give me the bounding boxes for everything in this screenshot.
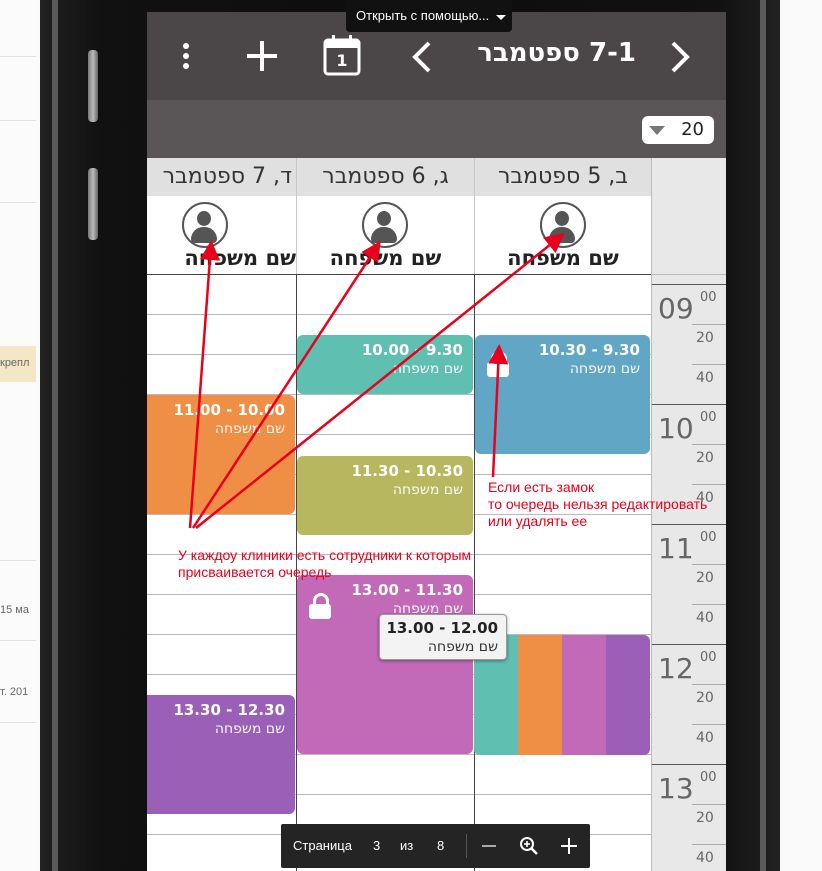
calendar-day-number: 1 (336, 51, 348, 70)
caret-down-icon (649, 126, 665, 135)
annotation-line: присваивается очередь (178, 564, 332, 580)
appointment-time: 11.30 - 10.30 (351, 462, 463, 480)
hour-label: 11 (658, 532, 694, 565)
chevron-left-icon[interactable] (409, 40, 433, 74)
lock-icon (309, 593, 331, 619)
day-header-2[interactable]: ד, 7 ספטמבר (147, 158, 297, 196)
zoom-select[interactable]: 20 (642, 116, 714, 144)
background-text: 15 ма (0, 604, 29, 616)
annotation-staff-note: У каждоу клиники есть сотрудники к котор… (178, 547, 471, 581)
phone-screen: 1 7-1 ספטמבר 20 ב, 5 ספטמבר ג, 6 ספטמבר … (147, 12, 726, 871)
appointment-time: 11.00 - 10.00 (173, 401, 285, 419)
tooltip-name: שם משפחה (427, 639, 498, 655)
minute-label: 40 (696, 610, 714, 626)
appointment-time: 13.00 - 11.30 (351, 581, 463, 599)
phone-side-button (88, 50, 98, 122)
tooltip-time: 13.00 - 12.00 (386, 619, 498, 637)
page-label: Страница (293, 838, 352, 853)
annotation-line: Если есть замок (488, 479, 595, 495)
hour-label: 13 (658, 772, 694, 805)
appointment-card[interactable]: 10.00 - 9.30 שם משפחה (297, 335, 473, 394)
page-number-input[interactable]: 3 (373, 838, 380, 853)
appointment-name: שם משפחה (214, 721, 285, 737)
background-text: т. 201 (0, 686, 29, 698)
caret-down-icon (496, 15, 506, 20)
appointment-name: שם משפחה (214, 421, 285, 437)
phone-rim (52, 0, 58, 871)
staff-name: שם משפחה (507, 246, 619, 270)
minute-label: 20 (696, 330, 714, 346)
hour-label: 09 (658, 292, 694, 325)
hour-label: 12 (658, 652, 694, 685)
avatar-icon (540, 202, 586, 248)
appointment-tooltip: 13.00 - 12.00 שם משפחה (379, 614, 507, 660)
appointment-name: שם משפחה (569, 361, 640, 377)
minute-label: 40 (696, 370, 714, 386)
minute-label: 40 (696, 850, 714, 866)
hour-label: 10 (658, 412, 694, 445)
day-label: ג, 6 ספטמבר (322, 164, 449, 189)
minute-label: 20 (696, 690, 714, 706)
staff-name: שם משפחה (184, 246, 296, 270)
minute-label: 20 (696, 570, 714, 586)
appointment-card[interactable]: 13.30 - 12.30 שם משפחה (147, 695, 295, 814)
week-title: 7-1 ספטמבר (477, 38, 636, 68)
appointment-card[interactable]: 11.00 - 10.00 שם משפחה (147, 395, 295, 514)
background-page: 15 ма т. 201 (0, 0, 40, 871)
annotation-line: или удалять ее (488, 513, 588, 529)
lock-icon (487, 351, 509, 377)
background-text: крепл (0, 357, 30, 369)
calendar-icon[interactable]: 1 (323, 34, 361, 76)
open-with-button[interactable]: Открыть с помощью... (346, 0, 512, 32)
appointment-strip[interactable] (562, 635, 606, 755)
chevron-right-icon[interactable] (669, 40, 693, 74)
page-toolbar: Страница 3 из 8 (281, 824, 590, 868)
staff-column-header[interactable]: שם משפחה (297, 196, 475, 274)
day-label: ד, 7 ספטמבר (162, 164, 292, 189)
page-total: 8 (437, 838, 445, 853)
staff-column-header[interactable]: שם משפחה (147, 196, 297, 274)
magnifier-icon[interactable] (519, 836, 539, 856)
zoom-value: 20 (681, 119, 704, 140)
annotation-line: У каждоу клиники есть сотрудники к котор… (178, 547, 472, 563)
staff-name: שם משפחה (329, 246, 442, 270)
annotation-line: то очередь нельзя редактировать (488, 496, 708, 512)
hour-minutes-label: 00 (700, 770, 717, 785)
page-of-label: из (400, 838, 414, 853)
day-header-0[interactable]: ב, 5 ספטמבר (475, 158, 652, 196)
phone-side-button (88, 168, 98, 240)
background-highlight: крепл (0, 346, 40, 382)
phone-rim (760, 0, 766, 871)
plus-icon[interactable] (560, 837, 578, 855)
appointment-card[interactable]: 10.30 - 9.30 שם משפחה (475, 335, 650, 454)
hour-minutes-label: 00 (700, 530, 717, 545)
hour-minutes-label: 00 (700, 410, 717, 425)
avatar-icon (362, 202, 408, 248)
hour-minutes-label: 00 (700, 650, 717, 665)
day-header-1[interactable]: ג, 6 ספטמבר (297, 158, 475, 196)
avatar-icon (182, 202, 228, 248)
appointment-time: 10.00 - 9.30 (361, 341, 463, 359)
app-subbar (147, 100, 726, 158)
open-with-label: Открыть с помощью... (356, 8, 490, 23)
appointment-strip[interactable] (606, 635, 650, 755)
minus-icon[interactable] (481, 838, 497, 854)
minute-label: 20 (696, 810, 714, 826)
appointment-card[interactable]: 11.30 - 10.30 שם משפחה (297, 456, 473, 535)
staff-column-header[interactable]: שם משפחה (475, 196, 652, 274)
hour-minutes-label: 00 (700, 290, 717, 305)
minute-label: 20 (696, 450, 714, 466)
minute-label: 40 (696, 730, 714, 746)
annotation-lock-note: Если есть замок то очередь нельзя редакт… (488, 479, 707, 530)
more-vertical-icon[interactable] (179, 42, 193, 72)
appointment-strip[interactable] (518, 635, 562, 755)
appointment-name: שם משפחה (392, 361, 463, 377)
day-label: ב, 5 ספטמבר (497, 164, 629, 189)
appointment-time: 10.30 - 9.30 (538, 341, 640, 359)
appointment-time: 13.30 - 12.30 (173, 701, 285, 719)
appointment-card[interactable]: 13.00 - 11.30 שם משפחה (297, 575, 473, 754)
plus-icon[interactable] (245, 39, 279, 73)
appointment-name: שם משפחה (392, 482, 463, 498)
